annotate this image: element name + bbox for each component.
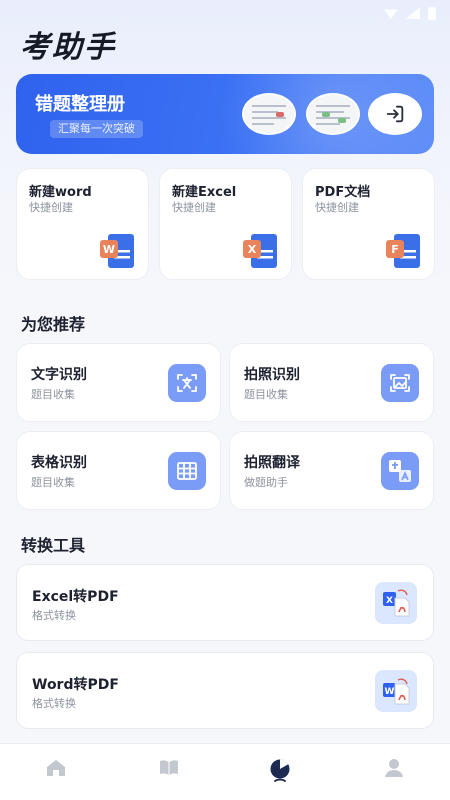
- wifi-icon: [384, 9, 398, 19]
- card-subtitle: 做题助手: [244, 476, 288, 489]
- bottom-tab-bar: [0, 743, 450, 800]
- text-recognition-icon: [168, 364, 206, 402]
- card-subtitle: 快捷创建: [29, 201, 73, 214]
- login-arrow-icon: [386, 105, 404, 123]
- card-title: 拍照翻译: [244, 455, 300, 471]
- svg-text:W: W: [385, 687, 395, 697]
- card-title: Word转PDF: [32, 677, 119, 693]
- home-icon[interactable]: [44, 756, 68, 780]
- card-subtitle: 题目收集: [31, 388, 75, 401]
- card-title: 表格识别: [31, 455, 87, 471]
- banner-tag: 汇聚每一次突破: [50, 120, 143, 138]
- table-recognition-card[interactable]: 表格识别 题目收集: [16, 431, 221, 510]
- chart-icon[interactable]: [268, 758, 292, 782]
- profile-icon[interactable]: [382, 756, 406, 780]
- new-pdf-card[interactable]: PDF文档 快捷创建 F: [302, 168, 435, 280]
- card-title: 拍照识别: [244, 367, 300, 383]
- status-bar: [384, 4, 436, 22]
- card-title: PDF文档: [315, 185, 371, 200]
- word-doc-icon: W: [100, 234, 134, 268]
- excel-doc-icon: X: [243, 234, 277, 268]
- section-title-tools: 转换工具: [21, 536, 86, 555]
- card-subtitle: 格式转换: [32, 609, 76, 622]
- signal-icon: [406, 7, 420, 19]
- word-letter: W: [103, 243, 115, 256]
- banner-title: 错题整理册: [35, 94, 125, 115]
- new-word-card[interactable]: 新建word 快捷创建 W: [16, 168, 149, 280]
- pdf-letter: F: [391, 243, 399, 256]
- photo-recognition-icon: [381, 364, 419, 402]
- app-title: 考助手: [20, 30, 116, 65]
- card-subtitle: 快捷创建: [315, 201, 359, 214]
- section-title-recommend: 为您推荐: [21, 315, 86, 334]
- photo-translate-icon: [381, 452, 419, 490]
- excel-to-pdf-icon: X: [375, 582, 417, 624]
- enter-button[interactable]: [368, 93, 422, 135]
- card-subtitle: 快捷创建: [172, 201, 216, 214]
- card-subtitle: 格式转换: [32, 697, 76, 710]
- mistake-thumbnail-1[interactable]: [242, 93, 296, 135]
- card-subtitle: 题目收集: [244, 388, 288, 401]
- excel-to-pdf-card[interactable]: Excel转PDF 格式转换 X: [16, 564, 434, 641]
- new-excel-card[interactable]: 新建Excel 快捷创建 X: [159, 168, 292, 280]
- card-title: 新建word: [29, 185, 92, 200]
- card-title: Excel转PDF: [32, 589, 119, 605]
- text-recognition-card[interactable]: 文字识别 题目收集: [16, 343, 221, 422]
- excel-letter: X: [248, 243, 257, 256]
- mistake-thumbnail-2[interactable]: [306, 93, 360, 135]
- photo-translate-card[interactable]: 拍照翻译 做题助手: [229, 431, 434, 510]
- svg-text:X: X: [386, 596, 393, 606]
- card-title: 新建Excel: [172, 185, 237, 200]
- battery-icon: [428, 6, 436, 20]
- photo-recognition-card[interactable]: 拍照识别 题目收集: [229, 343, 434, 422]
- word-to-pdf-card[interactable]: Word转PDF 格式转换 W: [16, 652, 434, 729]
- word-to-pdf-icon: W: [375, 670, 417, 712]
- pdf-doc-icon: F: [386, 234, 420, 268]
- mistake-book-banner[interactable]: 错题整理册 汇聚每一次突破: [16, 74, 434, 154]
- book-icon[interactable]: [157, 756, 181, 780]
- card-title: 文字识别: [31, 367, 87, 383]
- table-recognition-icon: [168, 452, 206, 490]
- card-subtitle: 题目收集: [31, 476, 75, 489]
